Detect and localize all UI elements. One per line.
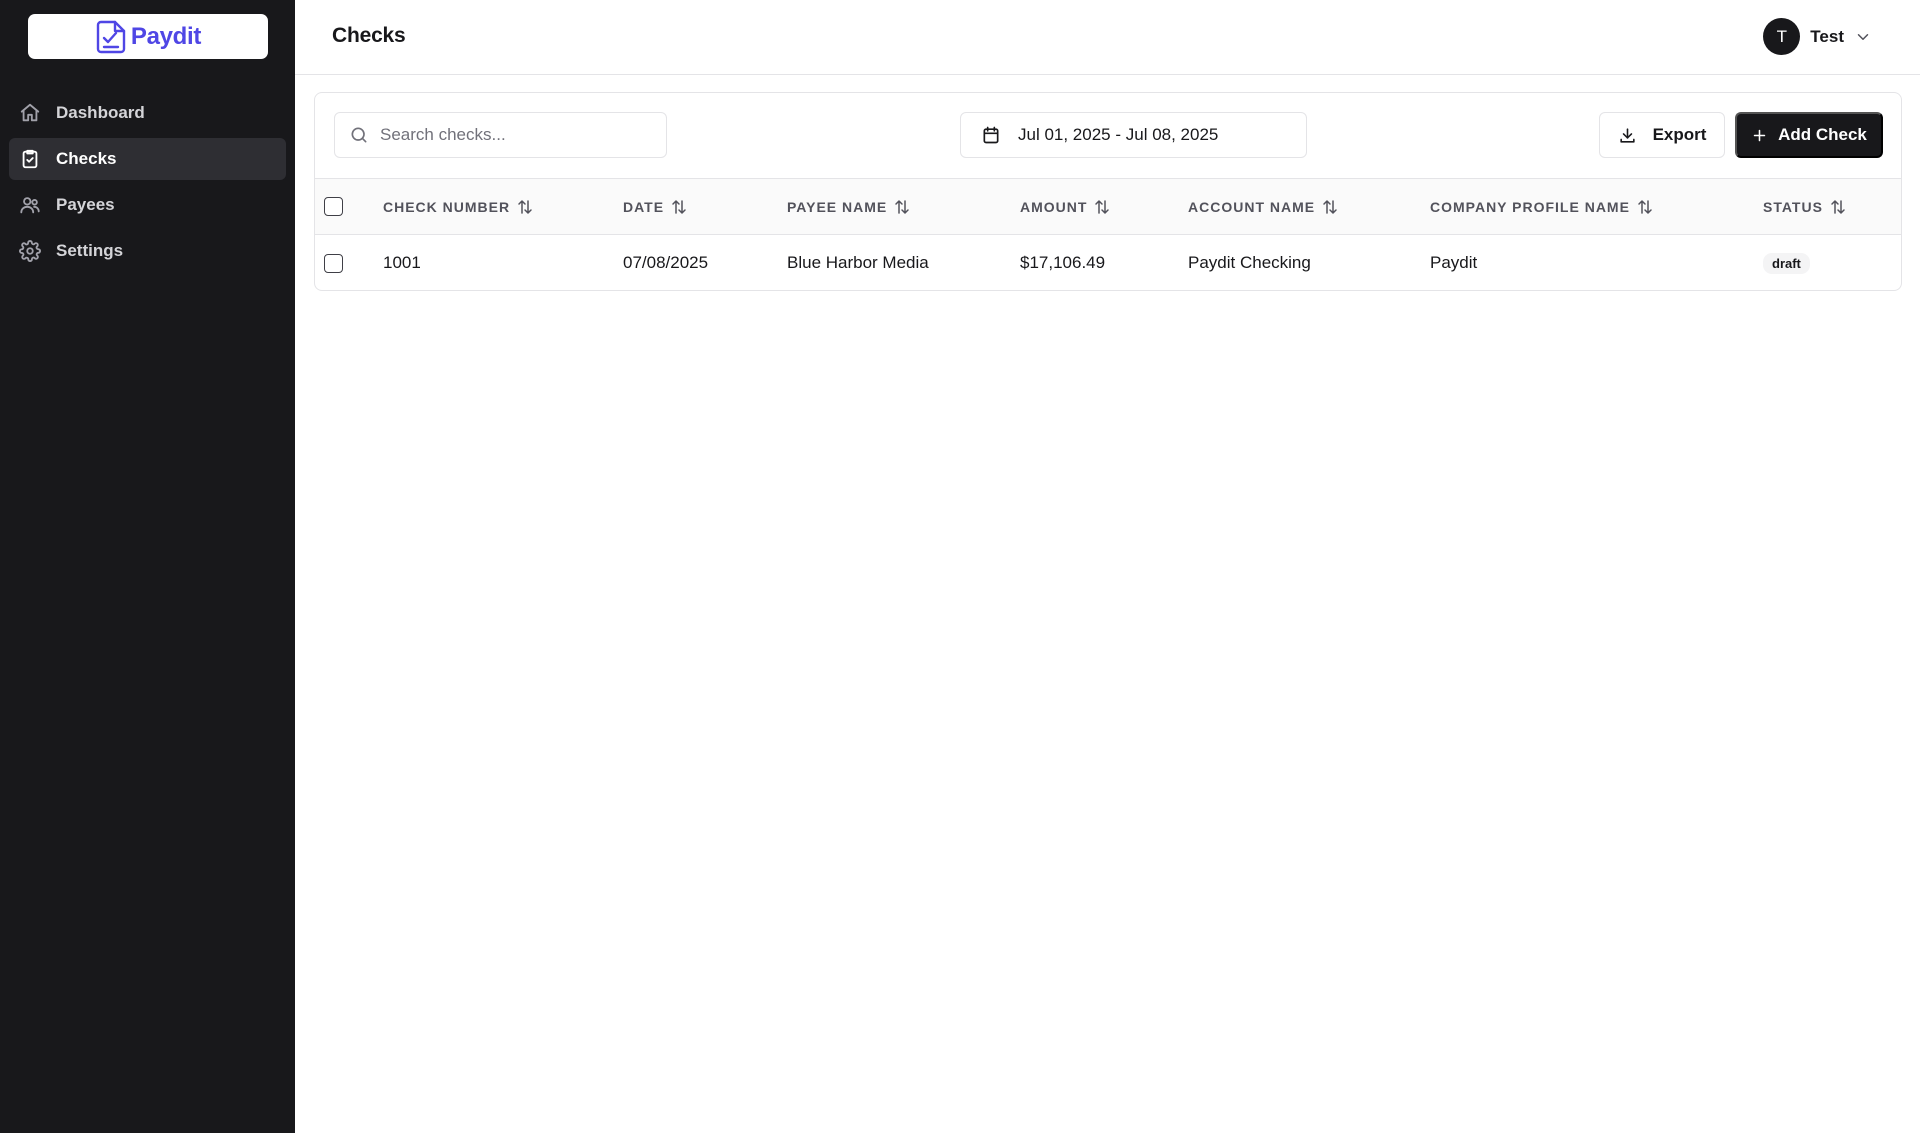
column-header-status[interactable]: Status bbox=[1763, 179, 1847, 234]
sort-icon bbox=[1831, 199, 1845, 214]
sidebar-item-label: Settings bbox=[56, 241, 124, 260]
select-all-checkbox[interactable] bbox=[324, 197, 343, 216]
column-label: Date bbox=[623, 198, 665, 215]
cell-company-profile-name: Paydit bbox=[1430, 253, 1478, 272]
export-label: Export bbox=[1652, 125, 1707, 144]
sidebar-nav: Dashboard Checks Payees Settings bbox=[9, 92, 286, 276]
calendar-icon bbox=[983, 126, 999, 144]
cell-account-name: Paydit Checking bbox=[1188, 253, 1311, 272]
plus-icon bbox=[1753, 129, 1766, 141]
logo-text: Paydit bbox=[130, 22, 202, 50]
column-label: Amount bbox=[1020, 198, 1088, 215]
column-label: Payee Name bbox=[787, 198, 888, 215]
sidebar-item-settings[interactable]: Settings bbox=[9, 230, 286, 272]
home-icon bbox=[19, 102, 41, 124]
date-range-value: Jul 01, 2025 - Jul 08, 2025 bbox=[1018, 125, 1219, 144]
date-range-picker[interactable]: Jul 01, 2025 - Jul 08, 2025 bbox=[960, 112, 1307, 158]
row-checkbox[interactable] bbox=[324, 253, 343, 273]
export-button[interactable]: Export bbox=[1599, 112, 1725, 158]
column-header-check-number[interactable]: Check Number bbox=[383, 179, 534, 234]
cell-check-number: 1001 bbox=[383, 253, 421, 272]
toolbar: Jul 01, 2025 - Jul 08, 2025 Export Add C… bbox=[315, 93, 1901, 178]
column-header-date[interactable]: Date bbox=[623, 179, 688, 234]
column-header-payee-name[interactable]: Payee Name bbox=[787, 179, 911, 234]
gear-icon bbox=[19, 240, 41, 262]
checks-card: Jul 01, 2025 - Jul 08, 2025 Export Add C… bbox=[314, 92, 1902, 291]
download-icon bbox=[1619, 127, 1635, 143]
column-header-amount[interactable]: Amount bbox=[1020, 179, 1111, 234]
sort-icon bbox=[672, 199, 686, 214]
sidebar-item-label: Payees bbox=[56, 195, 115, 214]
row-select-cell bbox=[324, 235, 343, 290]
search-box[interactable] bbox=[334, 112, 667, 158]
table-row[interactable]: 1001 07/08/2025 Blue Harbor Media $17,10… bbox=[315, 235, 1901, 290]
add-check-label: Add Check bbox=[1778, 125, 1867, 144]
sort-icon bbox=[1638, 199, 1652, 214]
column-header-account-name[interactable]: Account Name bbox=[1188, 179, 1339, 234]
sidebar-item-label: Checks bbox=[56, 149, 117, 168]
column-label: Status bbox=[1763, 198, 1823, 215]
sort-icon bbox=[518, 199, 532, 214]
avatar: T bbox=[1763, 18, 1801, 55]
add-check-button[interactable]: Add Check bbox=[1735, 112, 1883, 158]
clipboard-check-icon bbox=[19, 148, 41, 170]
sort-icon bbox=[895, 199, 909, 214]
search-icon bbox=[351, 127, 367, 143]
cell-payee-name: Blue Harbor Media bbox=[787, 253, 929, 272]
search-input[interactable] bbox=[380, 125, 660, 145]
sidebar-item-checks[interactable]: Checks bbox=[9, 138, 286, 180]
page-title: Checks bbox=[332, 24, 406, 47]
select-all-cell bbox=[324, 179, 343, 234]
column-header-company-profile-name[interactable]: Company Profile Name bbox=[1430, 179, 1654, 234]
cell-amount: $17,106.49 bbox=[1020, 253, 1106, 272]
sidebar: Paydit Dashboard Checks Payees Settings bbox=[0, 0, 295, 1133]
sort-icon bbox=[1323, 199, 1337, 214]
logo[interactable]: Paydit bbox=[28, 14, 268, 59]
column-label: Account Name bbox=[1188, 198, 1316, 215]
sidebar-item-dashboard[interactable]: Dashboard bbox=[9, 92, 286, 134]
user-name: Test bbox=[1810, 26, 1844, 46]
table-header: Check Number Date Payee Name Amount Acco… bbox=[315, 178, 1901, 235]
chevron-down-icon bbox=[1854, 28, 1872, 46]
user-menu[interactable]: T Test bbox=[1763, 18, 1872, 55]
top-header: Checks T Test bbox=[295, 0, 1920, 75]
cell-date: 07/08/2025 bbox=[623, 253, 709, 272]
column-label: Company Profile Name bbox=[1430, 198, 1630, 215]
sidebar-item-payees[interactable]: Payees bbox=[9, 184, 286, 226]
document-check-icon bbox=[96, 20, 126, 53]
sidebar-item-label: Dashboard bbox=[56, 103, 145, 122]
status-badge: draft bbox=[1763, 252, 1810, 274]
users-icon bbox=[19, 194, 41, 216]
cell-status: draft bbox=[1763, 235, 1810, 290]
sort-icon bbox=[1095, 199, 1110, 214]
column-label: Check Number bbox=[383, 198, 511, 215]
